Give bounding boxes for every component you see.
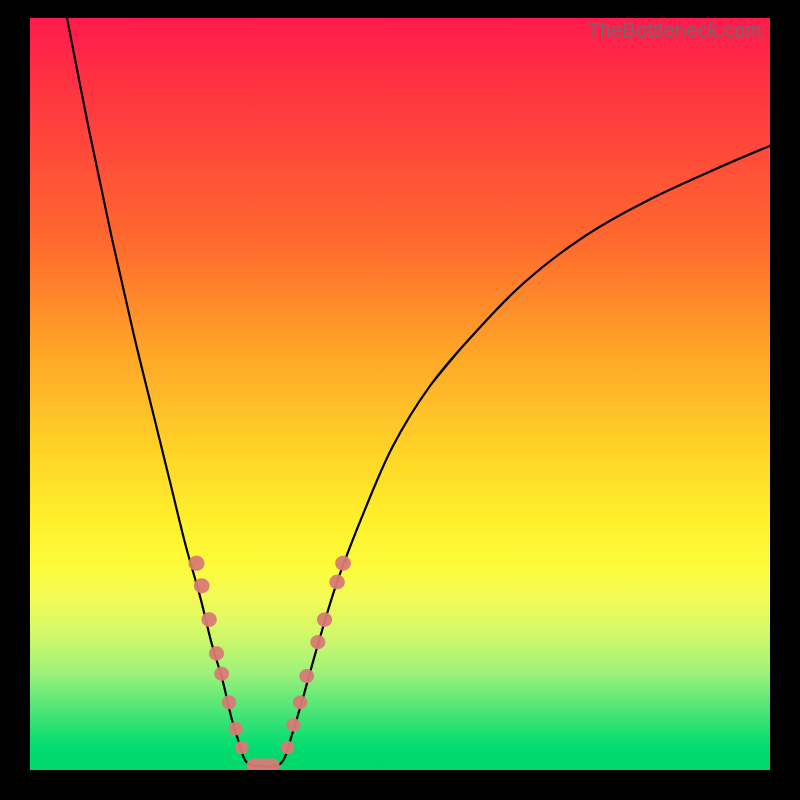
marker-group [189,556,351,770]
marker-right [286,718,300,732]
marker-left [194,578,210,593]
marker-right [299,669,314,683]
marker-right [317,612,332,626]
marker-left [209,646,224,660]
bottleneck-curve-right-tail [430,146,770,387]
chart-svg [30,18,770,770]
marker-bottom-pill [246,758,279,770]
marker-left [214,667,229,681]
marker-left [201,612,216,627]
marker-left [222,695,237,709]
marker-left [229,722,243,735]
marker-right [335,556,351,571]
curve-group [67,18,770,767]
bottleneck-curve [67,18,770,767]
marker-right [281,741,295,754]
chart-frame: TheBottleneck.com [30,18,770,770]
marker-left [189,556,205,571]
marker-left [235,741,249,754]
watermark-text: TheBottleneck.com [587,20,762,43]
marker-right [329,575,344,590]
marker-right [293,695,307,709]
marker-right [310,635,325,649]
